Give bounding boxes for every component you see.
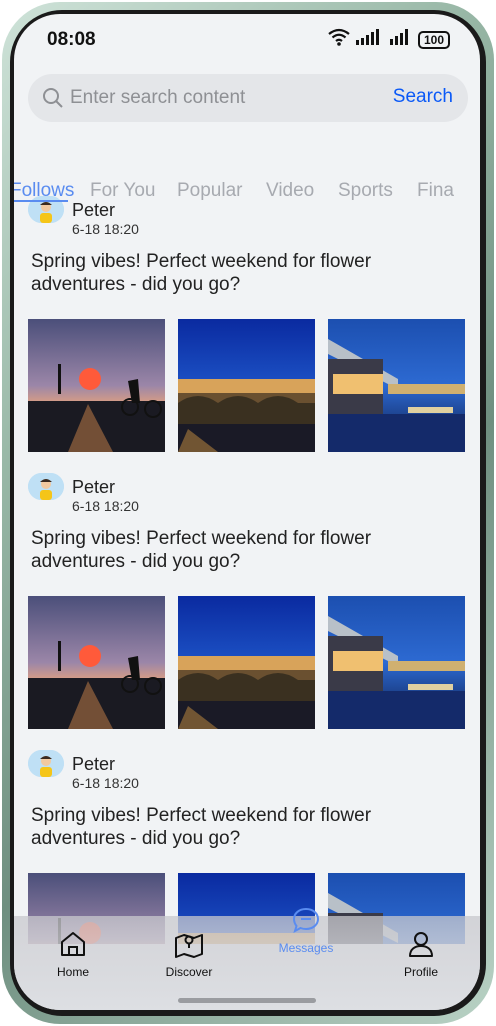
tab-for-you[interactable]: For You (90, 180, 156, 202)
riverside-building-photo[interactable] (328, 596, 465, 729)
bridge-night-photo[interactable] (178, 596, 315, 729)
nav-discover-label: Discover (165, 965, 213, 979)
post-time: 6-18 18:20 (72, 775, 139, 791)
search-button[interactable]: Search (393, 86, 453, 108)
nav-home-label: Home (56, 965, 89, 979)
bridge-night-photo[interactable] (178, 319, 315, 452)
tab-video[interactable]: Video (266, 180, 314, 202)
post-card[interactable]: Peter 6-18 18:20 Spring vibes! Perfect w… (14, 184, 480, 461)
riverside-building-photo[interactable] (328, 319, 465, 452)
nav-profile-label: Profile (403, 965, 438, 979)
nav-discover[interactable]: Discover (149, 930, 229, 979)
post-card[interactable]: Peter 6-18 18:20 Spring vibes! Perfect w… (14, 461, 480, 738)
nav-messages-label: Messages (278, 941, 334, 955)
wifi-icon (328, 28, 350, 51)
status-icons: 100 (328, 28, 450, 51)
post-text: Spring vibes! Perfect weekend for flower… (31, 804, 451, 850)
avatar[interactable] (28, 750, 64, 777)
category-tabs: Follows For You Popular Video Sports Fin… (14, 174, 480, 214)
nav-messages[interactable]: Messages (266, 906, 346, 955)
post-text-line: Spring vibes! Perfect weekend for flower (31, 251, 372, 272)
message-bubble-icon (292, 907, 320, 938)
tab-sports[interactable]: Sports (338, 180, 393, 202)
home-icon (59, 932, 87, 962)
search-bar: Search (28, 74, 468, 122)
avatar[interactable] (28, 473, 64, 500)
post-text-line: adventures - did you go? (31, 828, 241, 849)
post-time: 6-18 18:20 (72, 221, 139, 237)
tab-fina[interactable]: Fina (417, 180, 454, 202)
battery-indicator: 100 (418, 30, 450, 49)
nav-profile[interactable]: Profile (381, 930, 461, 979)
tab-follows[interactable]: Follows (14, 180, 74, 202)
feed[interactable]: Peter 6-18 18:20 Spring vibes! Perfect w… (14, 184, 480, 944)
post-text: Spring vibes! Perfect weekend for flower… (31, 527, 451, 573)
nav-home[interactable]: Home (33, 930, 113, 979)
post-text-line: adventures - did you go? (31, 551, 241, 572)
status-time: 08:08 (47, 29, 96, 50)
search-input[interactable] (70, 82, 370, 114)
tab-popular[interactable]: Popular (177, 180, 243, 202)
signal-icon (356, 29, 384, 50)
person-icon (407, 932, 435, 962)
tab-indicator (14, 200, 68, 202)
home-indicator[interactable] (178, 998, 316, 1003)
post-text-line: Spring vibes! Perfect weekend for flower (31, 528, 372, 549)
map-icon (174, 934, 204, 962)
post-text: Spring vibes! Perfect weekend for flower… (31, 250, 451, 296)
sunset-cyclist-photo[interactable] (28, 319, 165, 452)
bottom-navigation: Home Discover Messages Profile (14, 907, 480, 1010)
post-author[interactable]: Peter (72, 754, 115, 775)
post-text-line: adventures - did you go? (31, 274, 241, 295)
post-card[interactable]: Peter 6-18 18:20 Spring vibes! Perfect w… (14, 738, 480, 944)
post-time: 6-18 18:20 (72, 498, 139, 514)
sunset-cyclist-photo[interactable] (28, 596, 165, 729)
search-icon (42, 87, 64, 114)
status-bar: 08:08 100 (14, 14, 480, 64)
screen: 08:08 100 Enter search content Search Pe… (14, 14, 480, 1010)
post-author[interactable]: Peter (72, 477, 115, 498)
signal-icon-2 (390, 29, 412, 50)
post-text-line: Spring vibes! Perfect weekend for flower (31, 805, 372, 826)
